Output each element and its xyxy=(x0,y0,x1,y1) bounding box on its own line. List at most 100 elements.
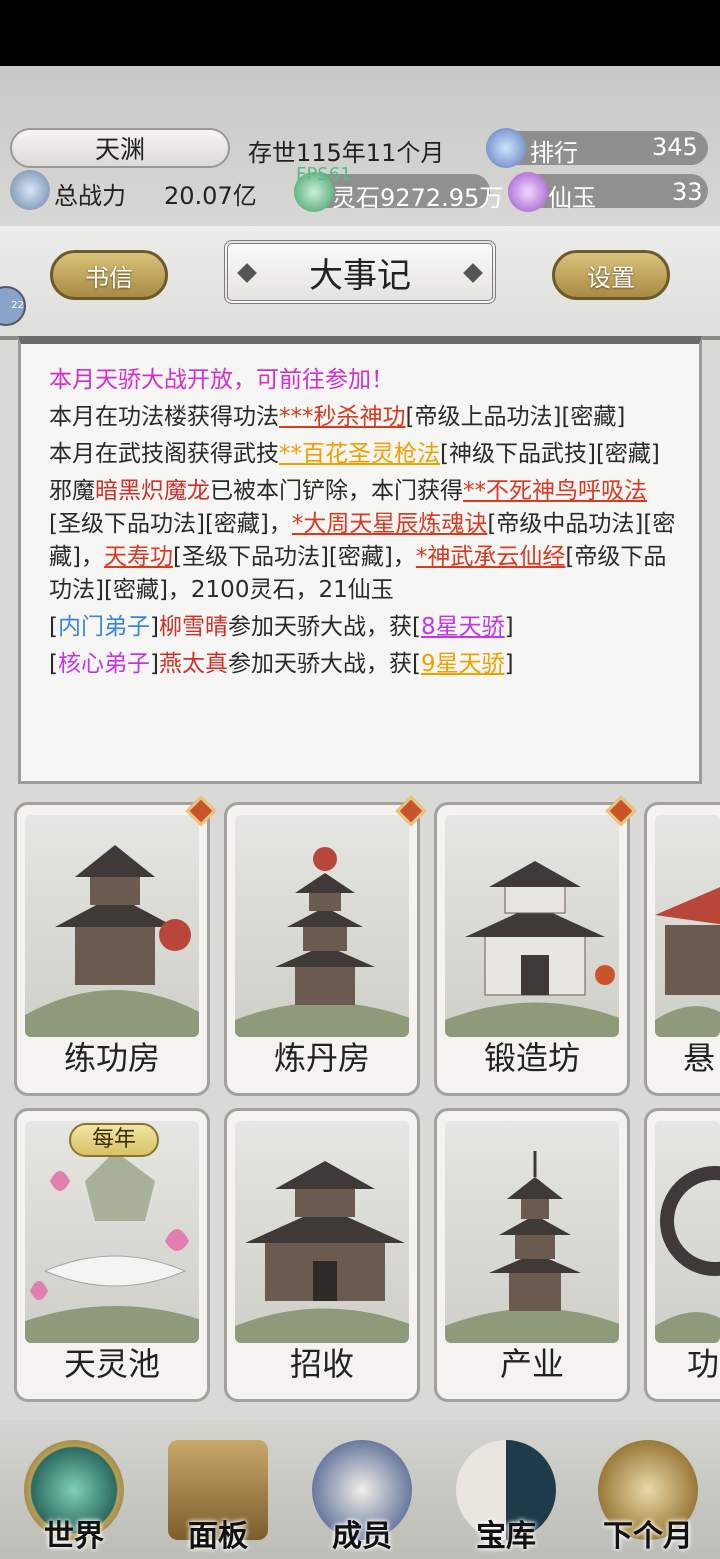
building-label: 悬 xyxy=(683,1039,716,1077)
log-text: [ xyxy=(49,651,58,677)
settings-label: 设置 xyxy=(587,263,635,292)
log-text: [圣级下品功法][密藏]， xyxy=(172,544,416,570)
side-chip-label: 22 xyxy=(11,300,24,311)
building-card-alchemy-room[interactable]: 炼丹房 xyxy=(224,802,420,1096)
disciple-name: 柳雪晴 xyxy=(158,614,228,640)
skill-link[interactable]: **百花圣灵枪法 xyxy=(279,441,440,467)
enemy-name: 暗黑炽魔龙 xyxy=(95,478,210,504)
recruit-art xyxy=(235,1121,409,1343)
rank-value: 345 xyxy=(652,133,698,161)
building-card-industry[interactable]: 产业 xyxy=(434,1108,630,1402)
skill-link[interactable]: *神武承云仙经 xyxy=(416,544,566,570)
log-text: 参加天骄大战，获[ xyxy=(227,614,421,640)
rank-icon xyxy=(486,128,526,168)
log-text: ] xyxy=(149,651,159,677)
status-bar xyxy=(0,0,720,66)
log-entry: 本月在功法楼获得功法***秒杀神功[帝级上品功法][密藏] xyxy=(49,401,677,434)
settings-button[interactable]: 设置 xyxy=(552,250,670,300)
sect-name-plate: 天渊 xyxy=(10,128,230,168)
power-icon xyxy=(10,170,50,210)
temple-icon xyxy=(445,861,619,1037)
rank-label: 排行 xyxy=(530,139,578,167)
power-value: 20.07亿 xyxy=(164,182,257,210)
nav-panel[interactable]: 面板 xyxy=(148,1420,288,1559)
skill-link[interactable]: **不死神鸟呼吸法 xyxy=(463,478,647,504)
pagoda-icon xyxy=(25,845,199,1037)
building-card-recruit[interactable]: 招收 xyxy=(224,1108,420,1402)
nav-panel-label: 面板 xyxy=(188,1519,248,1554)
tower-icon xyxy=(445,1151,619,1343)
gate-icon xyxy=(655,1166,720,1343)
power-label: 总战力 xyxy=(54,182,126,210)
nav-next-month-label: 下个月 xyxy=(603,1519,693,1554)
rank-tag: 核心弟子 xyxy=(57,651,150,677)
nav-members[interactable]: 成员 xyxy=(292,1420,432,1559)
jade-icon xyxy=(508,172,548,212)
building-label: 功 xyxy=(687,1345,720,1383)
log-text: [神级下品武技][密藏] xyxy=(440,441,660,467)
era-text: 存世115年11个月 xyxy=(248,139,445,167)
letters-button[interactable]: 书信 xyxy=(50,250,168,300)
jade-value: 33 xyxy=(672,178,703,206)
building-label: 练功房 xyxy=(63,1039,160,1077)
building-card-forge[interactable]: 锻造坊 xyxy=(434,802,630,1096)
log-text: [ xyxy=(49,614,58,640)
log-text: 本月在功法楼获得功法 xyxy=(49,404,279,430)
log-entry: 本月在武技阁获得武技**百花圣灵枪法[神级下品武技][密藏] xyxy=(49,438,677,471)
page-title-plate: 大事记 xyxy=(224,240,496,304)
log-text: [圣级下品功法][密藏]， xyxy=(49,511,292,537)
nav-treasury-label: 宝库 xyxy=(476,1519,536,1554)
skill-link[interactable]: *大周天星辰炼魂诀 xyxy=(292,511,488,537)
building-card-training-room[interactable]: 练功房 xyxy=(14,802,210,1096)
log-text: ] xyxy=(504,614,514,640)
title-link[interactable]: 9星天骄 xyxy=(421,651,505,677)
bottom-nav: 世界 面板 成员 宝库 下个月 xyxy=(0,1420,720,1559)
building-label: 天灵池 xyxy=(63,1345,160,1383)
nav-next-month[interactable]: 下个月 xyxy=(578,1420,718,1559)
building-label: 锻造坊 xyxy=(483,1039,580,1077)
log-text: 本月在武技阁获得武技 xyxy=(49,441,279,467)
log-entry: [核心弟子]燕太真参加天骄大战，获[9星天骄] xyxy=(49,648,677,681)
nav-treasury[interactable]: 宝库 xyxy=(436,1420,576,1559)
nav-world-label: 世界 xyxy=(44,1519,104,1554)
log-text: ] xyxy=(504,651,514,677)
log-entry: 邪魔暗黑炽魔龙已被本门铲除，本门获得**不死神鸟呼吸法 [圣级下品功法][密藏]，… xyxy=(49,475,677,607)
building-card-partial[interactable]: 悬 xyxy=(644,802,720,1096)
page-title: 大事记 xyxy=(309,255,411,296)
yearly-badge: 每年 xyxy=(69,1123,159,1157)
rank-tag: 内门弟子 xyxy=(57,614,150,640)
skill-link[interactable]: ***秒杀神功 xyxy=(279,404,406,430)
partial-building-art xyxy=(655,1121,720,1343)
disciple-name: 燕太真 xyxy=(158,651,228,677)
industry-art xyxy=(445,1121,619,1343)
letters-label: 书信 xyxy=(85,263,133,292)
pavilion-icon xyxy=(655,887,720,1037)
log-entry: 本月天骄大战开放，可前往参加！ xyxy=(49,367,394,393)
title-link[interactable]: 8星天骄 xyxy=(421,614,505,640)
building-label: 炼丹房 xyxy=(273,1039,370,1077)
nav-members-label: 成员 xyxy=(332,1519,392,1554)
log-text: 邪魔 xyxy=(49,478,95,504)
event-log-panel[interactable]: 本月天骄大战开放，可前往参加！ 本月在功法楼获得功法***秒杀神功[帝级上品功法… xyxy=(18,336,702,784)
log-text: [帝级上品功法][密藏] xyxy=(405,404,626,430)
palace-icon xyxy=(235,1161,409,1343)
log-text: ] xyxy=(149,614,159,640)
jade-label: 仙玉 xyxy=(548,184,596,212)
building-label: 招收 xyxy=(289,1345,354,1383)
event-log: 本月天骄大战开放，可前往参加！ 本月在功法楼获得功法***秒杀神功[帝级上品功法… xyxy=(49,364,677,685)
training-room-art xyxy=(25,815,199,1037)
building-card-spirit-pool[interactable]: 每年 天灵池 xyxy=(14,1108,210,1402)
log-entry: [内门弟子]柳雪晴参加天骄大战，获[8星天骄] xyxy=(49,611,677,644)
building-card-partial[interactable]: 功 xyxy=(644,1108,720,1402)
sect-name: 天渊 xyxy=(94,135,145,164)
skill-link[interactable]: 天寿功 xyxy=(104,544,173,570)
partial-building-art xyxy=(655,815,720,1037)
log-text: 已被本门铲除，本门获得 xyxy=(210,478,463,504)
tower-icon xyxy=(235,847,409,1037)
alchemy-room-art xyxy=(235,815,409,1037)
forge-art xyxy=(445,815,619,1037)
nav-world[interactable]: 世界 xyxy=(4,1420,144,1559)
spirit-stone-value: 灵石9272.95万 xyxy=(332,184,504,212)
log-text: 参加天骄大战，获[ xyxy=(227,651,421,677)
building-label: 产业 xyxy=(499,1345,564,1383)
